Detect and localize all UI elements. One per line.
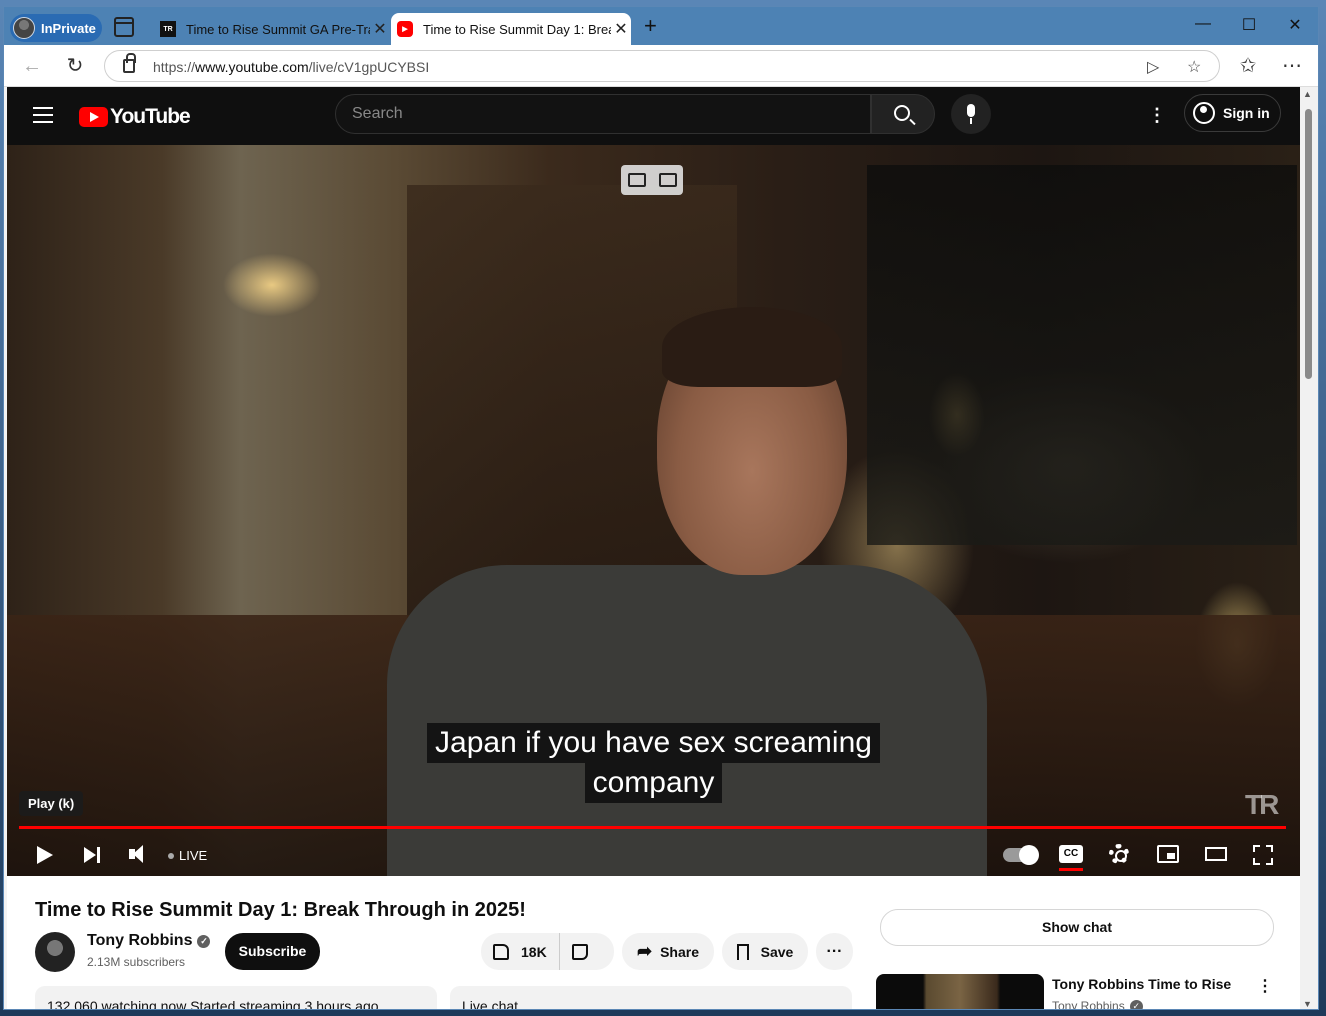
navigation-bar: ← ↻ https://www.youtube.com/live/cV1gpUC… xyxy=(4,45,1318,87)
caption-line: company xyxy=(584,763,723,803)
verified-icon: ✓ xyxy=(1129,999,1143,1009)
player-controls: LIVE CC xyxy=(7,835,1300,875)
lock-icon[interactable] xyxy=(123,53,136,73)
user-icon xyxy=(1193,102,1215,124)
subscriber-count: 2.13M subscribers xyxy=(87,955,186,969)
closed-captions: Japan if you have sex screaming company xyxy=(7,723,1300,803)
search-button[interactable] xyxy=(871,94,935,134)
back-button[interactable]: ← xyxy=(20,54,44,78)
miniplayer-icon[interactable] xyxy=(1157,845,1179,863)
sign-in-button[interactable]: Sign in xyxy=(1184,94,1281,132)
close-tab-icon[interactable]: ✕ xyxy=(611,19,631,39)
maximize-button[interactable]: ☐ xyxy=(1226,15,1272,35)
inprivate-label: InPrivate xyxy=(41,20,96,36)
youtube-logo[interactable]: YouTube xyxy=(79,105,191,129)
save-label: Save xyxy=(760,943,794,960)
tab-bar: InPrivate TR Time to Rise Summit GA Pre-… xyxy=(4,7,1318,45)
play-tooltip: Play (k) xyxy=(19,791,84,816)
subscribe-button[interactable]: Subscribe xyxy=(225,933,320,970)
progress-bar[interactable] xyxy=(19,826,1286,829)
tab-title: Time to Rise Summit Day 1: Break Through… xyxy=(423,21,611,37)
recommendation-thumbnail[interactable] xyxy=(876,974,1044,1009)
read-aloud-icon[interactable]: ▷ xyxy=(1147,57,1159,77)
scroll-up-arrow-icon[interactable]: ▲ xyxy=(1303,89,1312,99)
recommendation-channel[interactable]: Tony Robbins ✓ xyxy=(1052,999,1143,1009)
show-chat-button[interactable]: Show chat xyxy=(880,909,1274,946)
autoplay-toggle[interactable] xyxy=(1003,845,1039,865)
caption-line: Japan if you have sex screaming xyxy=(427,723,880,763)
sign-in-label: Sign in xyxy=(1223,105,1270,121)
settings-gear-icon[interactable] xyxy=(1109,844,1129,864)
reload-button[interactable]: ↻ xyxy=(63,54,87,78)
guide-menu-icon[interactable] xyxy=(33,107,53,123)
url-text[interactable]: https://www.youtube.com/live/cV1gpUCYBSI xyxy=(153,59,429,75)
tr-favicon-icon: TR xyxy=(160,21,176,37)
browser-window: InPrivate TR Time to Rise Summit GA Pre-… xyxy=(3,6,1319,1010)
live-chat-box[interactable]: Live chat xyxy=(450,986,852,1009)
channel-avatar[interactable] xyxy=(35,932,75,972)
save-button[interactable]: Save xyxy=(722,933,808,970)
video-overlay-controls[interactable] xyxy=(621,165,683,195)
search-input[interactable] xyxy=(336,95,870,133)
search-icon xyxy=(894,105,910,121)
favorites-icon[interactable]: ✩ xyxy=(1236,54,1260,78)
youtube-favicon-icon: ▶ xyxy=(397,21,413,37)
share-arrow-icon: ➦ xyxy=(636,941,653,961)
description-box[interactable]: 132,060 watching now Started streaming 3… xyxy=(35,986,437,1009)
popout-icon[interactable] xyxy=(627,173,646,187)
fullscreen-icon[interactable] xyxy=(1253,845,1273,865)
recommendation-title[interactable]: Tony Robbins Time to Rise xyxy=(1052,976,1231,992)
youtube-masthead: YouTube ⋮ Sign in xyxy=(7,87,1300,145)
captions-active-indicator xyxy=(1059,868,1083,871)
recommendation-menu-icon[interactable]: ⋮ xyxy=(1257,976,1273,996)
recommendation-channel-text[interactable]: Tony Robbins xyxy=(1052,999,1125,1009)
video-title: Time to Rise Summit Day 1: Break Through… xyxy=(35,899,526,921)
tab-youtube-active[interactable]: ▶ Time to Rise Summit Day 1: Break Throu… xyxy=(391,13,631,45)
voice-search-button[interactable] xyxy=(951,94,991,134)
captions-button[interactable]: CC xyxy=(1059,845,1083,863)
tab-actions-icon[interactable] xyxy=(114,17,134,37)
scroll-down-arrow-icon[interactable]: ▼ xyxy=(1303,999,1312,1009)
live-dot-icon xyxy=(168,852,174,859)
cast-icon[interactable] xyxy=(658,173,677,187)
minimize-button[interactable]: — xyxy=(1180,15,1226,33)
theater-mode-icon[interactable] xyxy=(1205,847,1227,861)
youtube-wordmark: YouTube xyxy=(110,105,191,128)
dislike-button[interactable] xyxy=(571,943,588,960)
verified-icon: ✓ xyxy=(197,934,211,948)
tab-pretraining[interactable]: TR Time to Rise Summit GA Pre-Training ✕ xyxy=(154,13,390,45)
next-button[interactable] xyxy=(77,839,109,871)
address-bar[interactable]: https://www.youtube.com/live/cV1gpUCYBSI… xyxy=(104,50,1220,82)
bookmark-icon xyxy=(736,943,749,960)
volume-button[interactable] xyxy=(124,839,156,871)
page-scrollbar[interactable]: ▲ ▼ xyxy=(1300,87,1318,1009)
tab-title: Time to Rise Summit GA Pre-Training xyxy=(186,21,370,37)
like-dislike-group: 18K xyxy=(481,933,614,970)
share-button[interactable]: ➦ Share xyxy=(622,933,714,970)
search-box xyxy=(335,94,871,134)
more-actions-button[interactable]: ··· xyxy=(816,933,853,970)
page-viewport: YouTube ⋮ Sign in xyxy=(7,87,1300,1009)
play-button[interactable] xyxy=(29,839,61,871)
profile-avatar-icon xyxy=(13,17,35,39)
live-badge[interactable]: LIVE xyxy=(168,848,207,863)
channel-watermark[interactable]: TR xyxy=(1245,789,1279,821)
video-player[interactable]: Japan if you have sex screaming company … xyxy=(7,145,1300,876)
settings-menu-icon[interactable]: ⋯ xyxy=(1280,54,1304,78)
close-tab-icon[interactable]: ✕ xyxy=(370,19,390,39)
like-button[interactable]: 18K xyxy=(481,933,560,970)
youtube-play-logo-icon xyxy=(79,107,108,127)
channel-name[interactable]: Tony Robbins ✓ xyxy=(87,932,211,950)
new-tab-button[interactable]: + xyxy=(644,15,657,37)
channel-name-text[interactable]: Tony Robbins xyxy=(87,932,192,950)
favorite-star-icon[interactable]: ☆ xyxy=(1187,57,1201,77)
share-label: Share xyxy=(660,943,699,960)
like-count: 18K xyxy=(521,943,547,960)
live-label: LIVE xyxy=(179,848,208,863)
inprivate-profile-button[interactable]: InPrivate xyxy=(10,14,102,42)
close-window-button[interactable]: ✕ xyxy=(1272,15,1318,35)
scrollbar-thumb[interactable] xyxy=(1305,109,1312,379)
settings-kebab-icon[interactable]: ⋮ xyxy=(1147,105,1167,125)
thumbs-up-icon xyxy=(493,943,509,960)
